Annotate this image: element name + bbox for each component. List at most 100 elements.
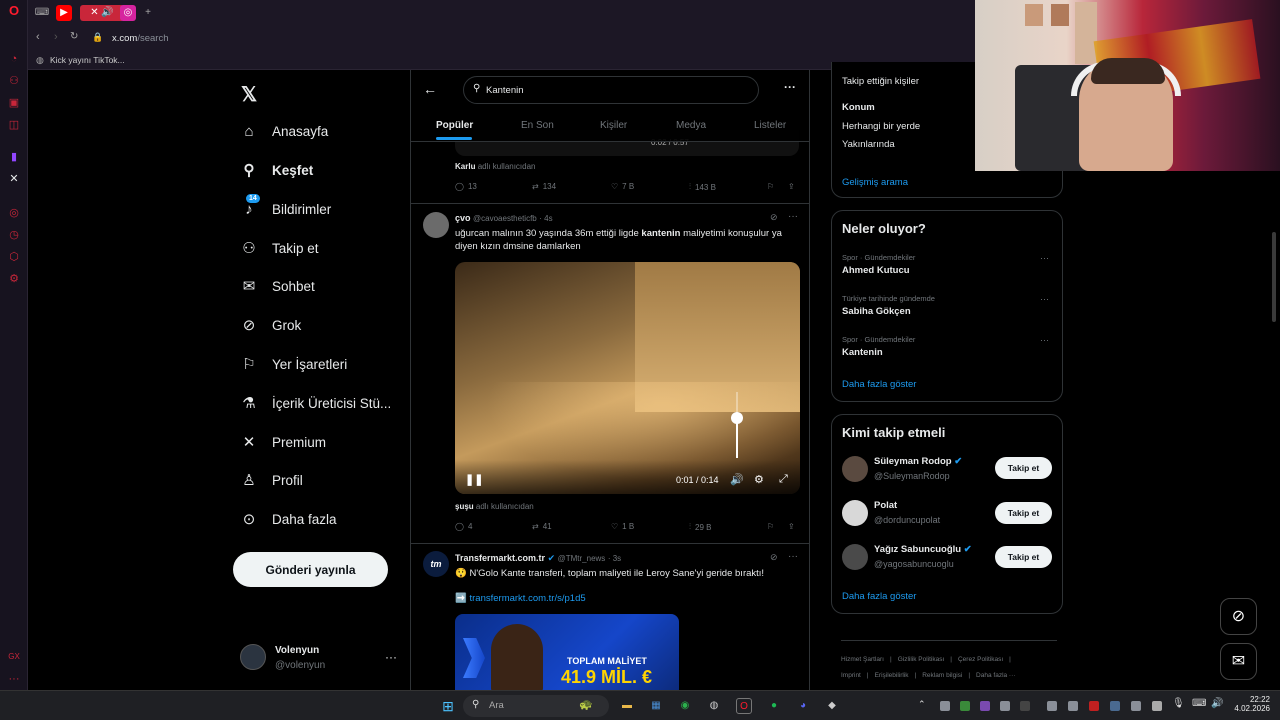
tray-icon[interactable] bbox=[1047, 701, 1057, 711]
tab-people[interactable]: Kişiler bbox=[600, 120, 627, 131]
account-more-icon[interactable]: ··· bbox=[385, 650, 397, 664]
tweet-image[interactable]: TOPLAM MALİYET 41.9 MİL. € bbox=[455, 614, 679, 690]
trend-item[interactable]: Ahmed Kutucu bbox=[842, 265, 910, 276]
avatar[interactable] bbox=[842, 544, 868, 570]
sidebar-app-icon[interactable]: ▣ bbox=[7, 96, 21, 110]
wtf-name[interactable]: Süleyman Rodop ✔ bbox=[874, 456, 962, 467]
obs-icon[interactable]: ◍ bbox=[706, 698, 722, 714]
tab-lists[interactable]: Listeler bbox=[754, 120, 786, 131]
discord-icon[interactable]: ◕ bbox=[795, 698, 811, 714]
more-options-icon[interactable]: ··· bbox=[788, 211, 798, 222]
youtube-tab-icon[interactable]: ▶ bbox=[56, 5, 72, 21]
bookmark-button[interactable]: ⚐ bbox=[767, 522, 774, 531]
tab-popular[interactable]: Popüler bbox=[436, 120, 473, 131]
nav-notifications[interactable]: ♪ 14 Bildirimler bbox=[240, 194, 331, 224]
location-anywhere[interactable]: Herhangi bir yerde bbox=[842, 121, 920, 132]
back-arrow-icon[interactable]: ← bbox=[423, 81, 437, 97]
follow-button[interactable]: Takip et bbox=[995, 546, 1052, 568]
more-options-icon[interactable]: ··· bbox=[788, 551, 798, 562]
url-field[interactable]: x.com/search bbox=[112, 33, 169, 44]
opera-gx-icon[interactable]: O bbox=[736, 698, 752, 714]
volume-icon[interactable]: 🔊 bbox=[730, 473, 744, 486]
trend-item[interactable]: Kantenin bbox=[842, 347, 883, 358]
spotify-icon[interactable]: ● bbox=[766, 698, 782, 714]
avatar[interactable] bbox=[240, 644, 266, 670]
nav-premium[interactable]: ✕ Premium bbox=[240, 427, 326, 457]
nav-profile[interactable]: ♙ Profil bbox=[240, 465, 303, 495]
nav-chat[interactable]: ✉ Sohbet bbox=[240, 271, 315, 301]
nav-grok[interactable]: ⊘ Grok bbox=[240, 310, 302, 340]
more-icon[interactable]: ··· bbox=[7, 672, 21, 686]
tweet-video[interactable]: ❚❚ 0:01 / 0:14 🔊 ⚙ ⤢ bbox=[455, 262, 800, 494]
sidebar-app-icon[interactable]: ◔ bbox=[7, 52, 21, 66]
repost-button[interactable]: ⇄ 41 bbox=[532, 522, 552, 531]
tray-icon[interactable] bbox=[960, 701, 970, 711]
volume-slider[interactable] bbox=[731, 392, 743, 458]
tweet-link[interactable]: transfermarkt.com.tr/s/p1d5 bbox=[469, 593, 585, 604]
wtf-name[interactable]: Yağız Sabuncuoğlu ✔ bbox=[874, 544, 972, 555]
settings-icon[interactable]: ⚙ bbox=[7, 272, 21, 286]
windows-start-icon[interactable]: ⊞ bbox=[440, 698, 456, 714]
share-button[interactable]: ⇪ bbox=[788, 182, 795, 191]
gamepad-icon[interactable]: ⌨ bbox=[34, 5, 50, 21]
tray-icon[interactable] bbox=[1089, 701, 1099, 711]
bookmark-button[interactable]: ⚐ bbox=[767, 182, 774, 191]
x-tab-active[interactable]: ✕ 🔊 bbox=[80, 5, 124, 21]
file-explorer-icon[interactable]: ▬ bbox=[619, 698, 635, 714]
avatar[interactable] bbox=[842, 456, 868, 482]
x-logo-icon[interactable]: 𝕏 bbox=[241, 82, 257, 107]
grok-float-icon[interactable]: ⊘ bbox=[1220, 598, 1257, 635]
location-near[interactable]: Yakınlarında bbox=[842, 139, 895, 150]
avatar[interactable] bbox=[842, 500, 868, 526]
mic-icon[interactable]: 🎙 bbox=[1172, 698, 1185, 709]
messages-float-icon[interactable]: ✉ bbox=[1220, 643, 1257, 680]
filter-follow[interactable]: Takip ettiğin kişiler bbox=[842, 76, 919, 87]
nav-home[interactable]: ⌂ Anasayfa bbox=[240, 116, 328, 146]
chrome-icon[interactable]: ◉ bbox=[677, 698, 693, 714]
tray-icon[interactable] bbox=[1068, 701, 1078, 711]
tray-icon[interactable] bbox=[980, 701, 990, 711]
show-more-link[interactable]: Daha fazla göster bbox=[842, 591, 916, 602]
twitch-icon[interactable]: ▮ bbox=[7, 150, 21, 164]
nav-bookmarks[interactable]: ⚐ Yer İşaretleri bbox=[240, 349, 347, 379]
gx-icon[interactable]: GX bbox=[7, 650, 21, 664]
nav-follow[interactable]: ⚇ Takip et bbox=[240, 233, 318, 263]
more-options-icon[interactable]: ··· bbox=[1040, 253, 1049, 263]
page-scrollbar[interactable] bbox=[1272, 232, 1276, 322]
views-button[interactable]: ⫶ 143 B bbox=[689, 182, 716, 192]
taskbar-search[interactable]: ⚲ Ara 🐢 bbox=[463, 695, 609, 717]
like-button[interactable]: ♡ 1 B bbox=[611, 522, 634, 531]
grok-icon[interactable]: ⊘ bbox=[770, 212, 778, 223]
like-button[interactable]: ♡ 7 B bbox=[611, 182, 634, 191]
advanced-search-link[interactable]: Gelişmiş arama bbox=[842, 177, 908, 188]
share-button[interactable]: ⇪ bbox=[788, 522, 795, 531]
reload-icon[interactable]: ↻ bbox=[70, 31, 78, 42]
more-options-icon[interactable]: ··· bbox=[1040, 294, 1049, 304]
follow-button[interactable]: Takip et bbox=[995, 502, 1052, 524]
bookmark-link[interactable]: Kick yayını TikTok... bbox=[50, 55, 125, 65]
sidebar-app-icon[interactable]: ◫ bbox=[7, 118, 21, 132]
wtf-name[interactable]: Polat bbox=[874, 500, 897, 511]
network-icon[interactable]: ⌨ bbox=[1192, 698, 1206, 709]
extensions-icon[interactable]: ⬡ bbox=[7, 250, 21, 264]
more-options-icon[interactable]: ··· bbox=[1040, 335, 1049, 345]
views-button[interactable]: ⫶ 29 B bbox=[689, 522, 711, 532]
forward-icon[interactable]: › bbox=[54, 31, 58, 43]
volume-icon[interactable]: 🔊 bbox=[1211, 698, 1223, 709]
new-tab-button[interactable]: + bbox=[140, 5, 156, 21]
settings-icon[interactable]: ⚙ bbox=[754, 473, 764, 486]
fullscreen-icon[interactable]: ⤢ bbox=[779, 473, 788, 486]
store-icon[interactable]: ▦ bbox=[648, 698, 664, 714]
tray-icon[interactable] bbox=[940, 701, 950, 711]
app-icon[interactable]: ◆ bbox=[824, 698, 840, 714]
sidebar-app-icon[interactable]: ⚇ bbox=[7, 74, 21, 88]
tray-icon[interactable] bbox=[1000, 701, 1010, 711]
more-options-icon[interactable]: ··· bbox=[784, 80, 796, 94]
tray-expand-icon[interactable]: ⌃ bbox=[918, 699, 926, 710]
instagram-tab-icon[interactable]: ◎ bbox=[120, 5, 136, 21]
nav-creator-studio[interactable]: ⚗ İçerik Üreticisi Stü... bbox=[240, 388, 391, 418]
show-more-link[interactable]: Daha fazla göster bbox=[842, 379, 916, 390]
back-icon[interactable]: ‹ bbox=[36, 31, 40, 43]
tray-icon[interactable] bbox=[1020, 701, 1030, 711]
repost-button[interactable]: ⇄ 134 bbox=[532, 182, 556, 191]
